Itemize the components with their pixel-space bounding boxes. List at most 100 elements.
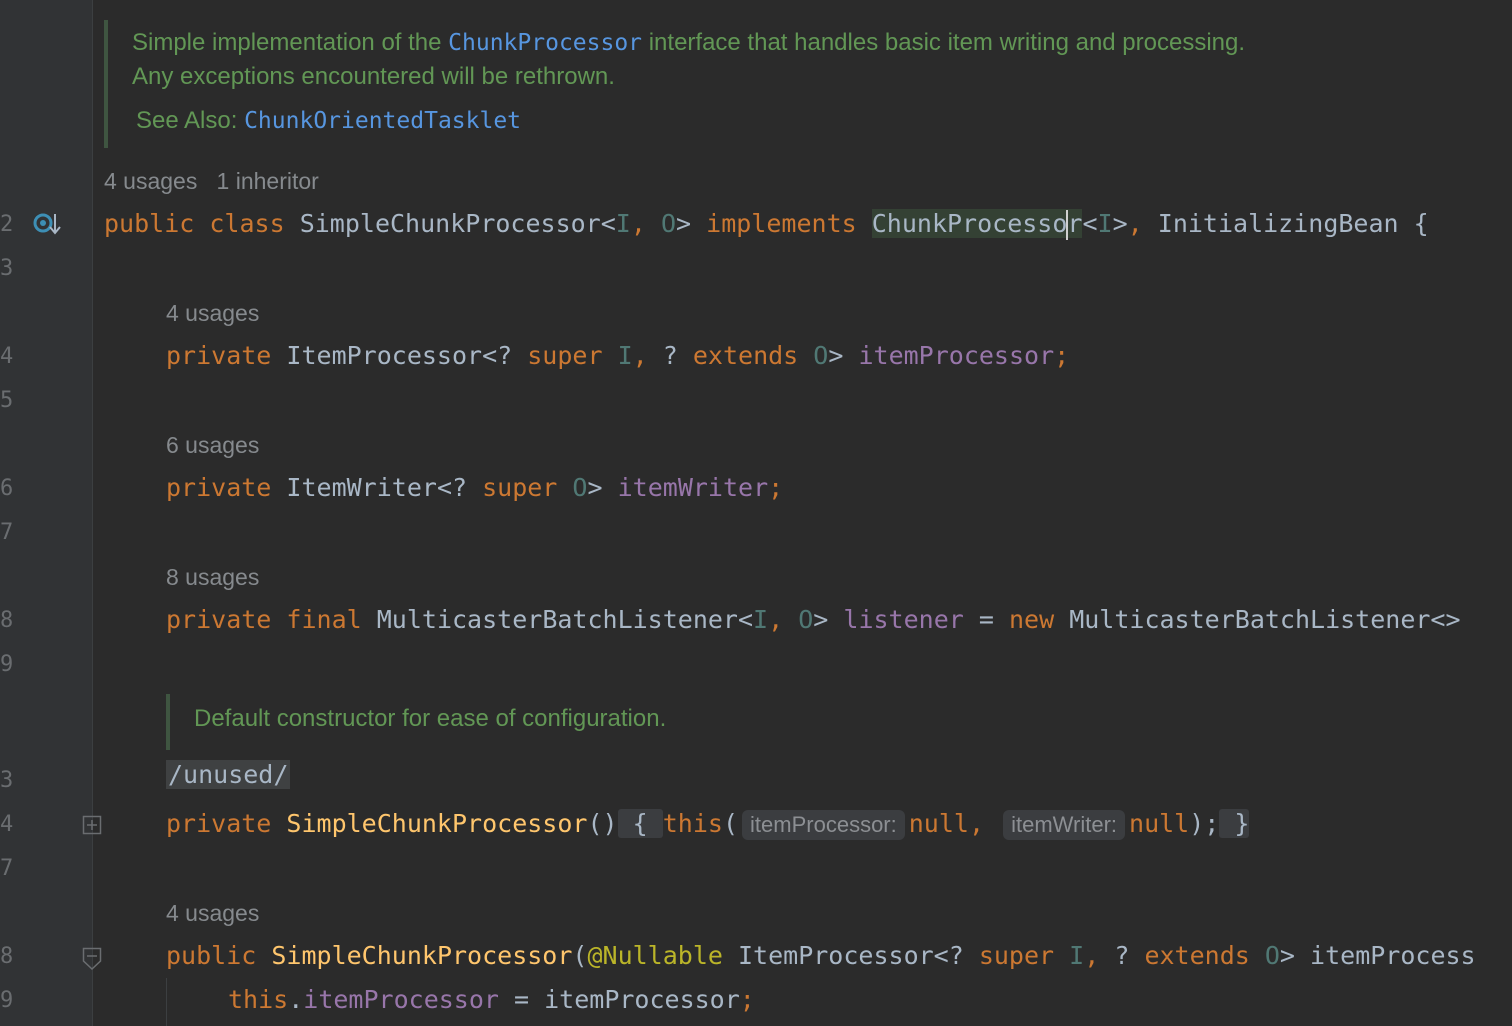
line-number: 4 (0, 344, 14, 369)
field-itemwriter-line[interactable]: private ItemWriter<? super O> itemWriter… (166, 471, 783, 505)
field-itemprocessor-line[interactable]: private ItemProcessor<? super I, ? exten… (166, 339, 1069, 373)
punct: < (600, 209, 616, 238)
javadoc-text: interface that handles basic item writin… (642, 29, 1246, 56)
punct: > (587, 473, 603, 502)
punct: ; (768, 473, 784, 502)
line-number: 2 (0, 212, 14, 237)
param-name: itemProcess (1310, 941, 1476, 970)
punct: ); (1189, 809, 1220, 838)
line-number: 6 (0, 476, 14, 501)
type-param: I (617, 341, 633, 370)
javadoc-see-also: See Also: ChunkOrientedTasklet (136, 104, 521, 138)
keyword: public (166, 941, 257, 970)
class-name: SimpleChunkProcessor (299, 209, 601, 238)
line-number: 9 (0, 652, 14, 677)
line-number: 7 (0, 520, 14, 545)
ctor2-usages-inlay[interactable]: 4 usages (166, 898, 259, 928)
javadoc-link-chunkprocessor[interactable]: ChunkProcessor (448, 30, 642, 56)
ctor-default-line[interactable]: private SimpleChunkProcessor() { this(it… (166, 807, 1250, 841)
type-param: I (1097, 209, 1113, 238)
keyword: super (482, 473, 558, 502)
javadoc-text: Simple implementation of the (132, 29, 449, 56)
method-name: SimpleChunkProcessor (286, 809, 588, 838)
type-param: O (1264, 941, 1280, 970)
line-number: 8 (0, 944, 14, 969)
type-name: MulticasterBatchListener (376, 605, 738, 634)
punct: = (498, 985, 545, 1014)
keyword: super (978, 941, 1055, 970)
unused-marker: /unused/ (166, 758, 291, 792)
punct: <? (436, 473, 483, 502)
field-name: itemWriter (617, 473, 769, 502)
inheritors-count[interactable]: 1 inheritor (217, 168, 319, 194)
field-listener-line[interactable]: private final MulticasterBatchListener<I… (166, 603, 1461, 637)
keyword: private (166, 341, 272, 370)
type-param: I (753, 605, 769, 634)
line-number: 7 (0, 856, 14, 881)
punct: < (737, 605, 754, 634)
punct: , (632, 341, 663, 370)
keyword: class (209, 209, 285, 238)
punct: > (676, 209, 692, 238)
punct: ? (662, 341, 693, 370)
line-number: 4 (0, 812, 14, 837)
punct: <? (482, 341, 528, 370)
punct: > (1112, 209, 1128, 238)
brace: { (632, 809, 648, 838)
punct: , (1127, 209, 1158, 238)
type-param: O (660, 209, 677, 238)
type-param: O (798, 605, 814, 634)
interface-name: ChunkProcesso (871, 209, 1068, 238)
keyword: implements (706, 209, 857, 238)
punct: . (288, 985, 304, 1014)
type-param: O (572, 473, 588, 502)
line-number: 8 (0, 608, 14, 633)
keyword: private (166, 605, 272, 634)
punct: , (768, 605, 799, 634)
class-declaration-line[interactable]: public class SimpleChunkProcessor<I, O> … (104, 207, 1429, 241)
interface-name: r (1067, 209, 1083, 238)
assignment-line[interactable]: this.itemProcessor = itemProcessor; (228, 983, 755, 1017)
field-name: listener (843, 605, 964, 634)
punct: ( (722, 809, 739, 838)
see-also-label: See Also: (136, 107, 245, 134)
punct: ; (739, 985, 755, 1014)
keyword: new (1008, 605, 1055, 634)
punct: = (963, 605, 1009, 634)
keyword: null (1129, 809, 1190, 838)
method-name: SimpleChunkProcessor (271, 941, 573, 970)
javadoc-line1: Simple implementation of the ChunkProces… (132, 26, 1245, 60)
javadoc-line2: Any exceptions encountered will be rethr… (132, 63, 615, 90)
punct: < (1082, 209, 1098, 238)
keyword: super (527, 341, 603, 370)
field-name: itemProcessor (858, 341, 1055, 370)
type-name: ItemWriter (286, 473, 437, 502)
ctor-params-line[interactable]: public SimpleChunkProcessor(@Nullable It… (166, 939, 1476, 973)
highlighted-interface: ChunkProcessor (871, 209, 1083, 240)
annotation: @Nullable (587, 941, 723, 970)
punct: ; (1054, 341, 1070, 370)
brace: } (1234, 809, 1250, 838)
implements-down-arrow-icon[interactable] (32, 210, 62, 242)
javadoc-link-chunkorientedtasklet[interactable]: ChunkOrientedTasklet (244, 108, 521, 134)
field1-usages-inlay[interactable]: 4 usages (166, 298, 259, 328)
punct: , (968, 809, 985, 838)
keyword: this (228, 985, 289, 1014)
fold-expand-icon[interactable] (82, 815, 102, 839)
class-usages-inlay[interactable]: 4 usages 1 inheritor (104, 166, 319, 196)
javadoc-ctor-text: Default constructor for ease of configur… (194, 705, 667, 732)
keyword: this (662, 809, 723, 838)
field2-usages-inlay[interactable]: 6 usages (166, 430, 259, 460)
line-number: 9 (0, 988, 14, 1013)
type-name: ItemProcessor (738, 941, 934, 970)
field3-usages-inlay[interactable]: 8 usages (166, 562, 259, 592)
punct: , (630, 209, 661, 238)
type-name: ItemProcessor (286, 341, 483, 370)
keyword: null (908, 809, 969, 838)
line-number: 3 (0, 256, 14, 281)
folded-region[interactable]: { (617, 809, 663, 838)
keyword: extends (692, 341, 799, 370)
usages-count[interactable]: 4 usages (104, 168, 197, 194)
folded-region[interactable]: } (1219, 809, 1250, 838)
fold-collapse-icon[interactable] (82, 947, 102, 975)
